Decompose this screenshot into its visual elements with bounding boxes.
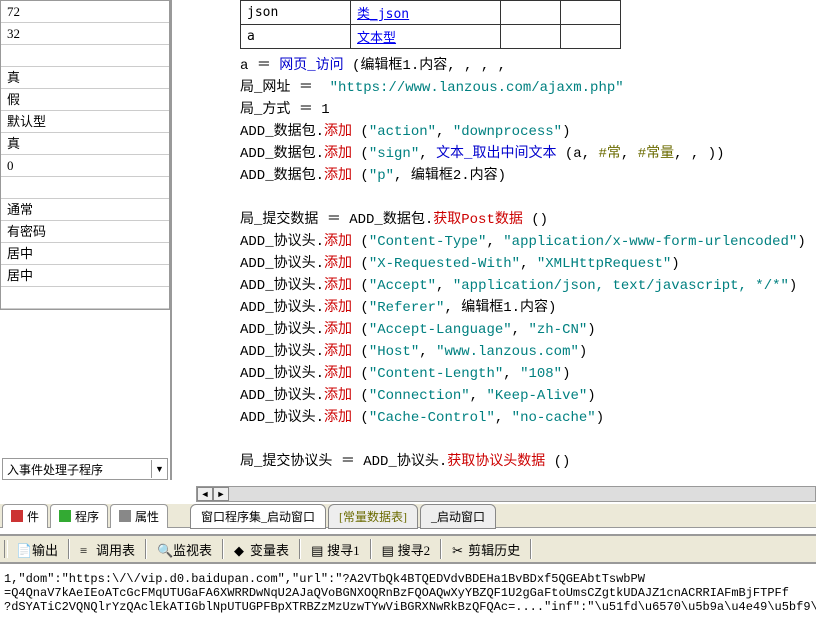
toolbar-button-clip[interactable]: ✂ 剪辑历史 [446, 538, 526, 561]
property-row[interactable]: 真 [1, 133, 169, 155]
property-row[interactable]: 32 [1, 23, 169, 45]
property-row[interactable]: 有密码 [1, 221, 169, 243]
event-handler-dropdown[interactable]: 入事件处理子程序 ▼ [2, 458, 168, 480]
code-line[interactable]: 局_提交协议头 ＝ ADD_协议头.获取协议头数据 () [240, 451, 816, 473]
code-line[interactable]: ADD_协议头.添加 ("Host", "www.lanzous.com") [240, 341, 816, 363]
editor-tab[interactable]: 窗口程序集_启动窗口 [190, 504, 326, 529]
code-line[interactable]: a ＝ 网页_访问 (编辑框1.内容, , , , [240, 55, 816, 77]
separator [370, 539, 372, 559]
doc-icon: ▤ [382, 543, 394, 555]
code-line[interactable]: ADD_协议头.添加 ("Content-Type", "application… [240, 231, 816, 253]
code-lines[interactable]: a ＝ 网页_访问 (编辑框1.内容, , , ,局_网址 ＝ "https:/… [196, 55, 816, 473]
variable-table[interactable]: json类_jsona文本型 [240, 0, 621, 49]
tab-label: 件 [27, 508, 39, 525]
bottom-toolbar: 📄 输出 ≡ 调用表 🔍 监视表 ◆ 变量表 ▤ 搜寻1 ▤ 搜寻2 ✂ 剪辑历史 [0, 534, 816, 564]
toolbar-label: 调用表 [96, 540, 135, 559]
code-line[interactable]: 局_提交数据 ＝ ADD_数据包.获取Post数据 () [240, 209, 816, 231]
code-line[interactable]: ADD_协议头.添加 ("Cache-Control", "no-cache") [240, 407, 816, 429]
clip-icon: ✂ [452, 543, 464, 555]
code-line[interactable]: ADD_协议头.添加 ("Content-Length", "108") [240, 363, 816, 385]
property-row[interactable]: 通常 [1, 199, 169, 221]
code-line[interactable]: ADD_协议头.添加 ("X-Requested-With", "XMLHttp… [240, 253, 816, 275]
toolbar-label: 输出 [32, 540, 58, 559]
code-line[interactable] [240, 187, 816, 209]
editor-tabs: 窗口程序集_启动窗口 [常量数据表] _启动窗口 [190, 504, 498, 529]
doc-icon: ▤ [311, 543, 323, 555]
horizontal-scrollbar[interactable]: ◄ ► [196, 486, 816, 502]
property-row[interactable] [1, 287, 169, 309]
panel-tab[interactable]: 属性 [110, 504, 168, 528]
tab-icon [11, 510, 23, 522]
separator [145, 539, 147, 559]
properties-list[interactable]: 7232真假默认型真0通常有密码居中居中 [0, 0, 170, 310]
property-row[interactable]: 0 [1, 155, 169, 177]
property-row[interactable]: 72 [1, 1, 169, 23]
toolbar-button-doc[interactable]: ▤ 搜寻1 [305, 538, 366, 561]
property-row[interactable]: 假 [1, 89, 169, 111]
tab-icon [59, 510, 71, 522]
tab-label: 程序 [75, 508, 99, 525]
code-line[interactable]: 局_方式 ＝ 1 [240, 99, 816, 121]
code-line[interactable]: ADD_数据包.添加 ("sign", 文本_取出中间文本 (a, #常, #常… [240, 143, 816, 165]
code-line[interactable]: 局_网址 ＝ "https://www.lanzous.com/ajaxm.ph… [240, 77, 816, 99]
separator [222, 539, 224, 559]
code-line[interactable]: ADD_协议头.添加 ("Accept", "application/json,… [240, 275, 816, 297]
toolbar-label: 监视表 [173, 540, 212, 559]
toolbar-label: 搜寻1 [327, 540, 360, 559]
code-line[interactable]: ADD_协议头.添加 ("Referer", 编辑框1.内容) [240, 297, 816, 319]
code-line[interactable]: ADD_数据包.添加 ("action", "downprocess") [240, 121, 816, 143]
separator [440, 539, 442, 559]
toolbar-label: 搜寻2 [398, 540, 431, 559]
separator [299, 539, 301, 559]
output-icon: 📄 [16, 543, 28, 555]
tab-label: 属性 [135, 508, 159, 525]
search-icon: 🔍 [157, 543, 169, 555]
scroll-left-icon[interactable]: ◄ [197, 487, 213, 501]
separator [68, 539, 70, 559]
property-row[interactable]: 默认型 [1, 111, 169, 133]
property-row[interactable]: 真 [1, 67, 169, 89]
code-line[interactable] [240, 429, 816, 451]
property-row[interactable]: 居中 [1, 243, 169, 265]
chevron-down-icon[interactable]: ▼ [151, 460, 167, 478]
toolbar-button-output[interactable]: 📄 输出 [10, 538, 64, 561]
toolbar-button-diamond[interactable]: ◆ 变量表 [228, 538, 295, 561]
toolbar-button-doc[interactable]: ▤ 搜寻2 [376, 538, 437, 561]
code-editor[interactable]: json类_jsona文本型 a ＝ 网页_访问 (编辑框1.内容, , , ,… [196, 0, 816, 486]
property-row[interactable] [1, 45, 169, 67]
list-icon: ≡ [80, 543, 92, 555]
code-line[interactable]: ADD_协议头.添加 ("Accept-Language", "zh-CN") [240, 319, 816, 341]
table-row[interactable]: json类_json [241, 1, 621, 25]
separator [530, 539, 532, 559]
type-link[interactable]: 文本型 [357, 31, 396, 46]
type-link[interactable]: 类_json [357, 7, 409, 22]
code-line[interactable]: ADD_数据包.添加 ("p", 编辑框2.内容) [240, 165, 816, 187]
scroll-right-icon[interactable]: ► [213, 487, 229, 501]
property-row[interactable] [1, 177, 169, 199]
toolbar-button-search[interactable]: 🔍 监视表 [151, 538, 218, 561]
tab-icon [119, 510, 131, 522]
table-row[interactable]: a文本型 [241, 25, 621, 49]
tab-label: 窗口程序集_启动窗口 [201, 510, 315, 524]
tab-label: [常量数据表] [339, 510, 407, 524]
output-panel[interactable]: 1,"dom":"https:\/\/vip.d0.baidupan.com",… [0, 568, 816, 635]
editor-tab[interactable]: [常量数据表] [328, 504, 418, 529]
panel-tab[interactable]: 程序 [50, 504, 108, 528]
property-row[interactable]: 居中 [1, 265, 169, 287]
code-line[interactable]: ADD_协议头.添加 ("Connection", "Keep-Alive") [240, 385, 816, 407]
toolbar-label: 变量表 [250, 540, 289, 559]
diamond-icon: ◆ [234, 543, 246, 555]
toolbar-label: 剪辑历史 [468, 540, 520, 559]
properties-panel: 7232真假默认型真0通常有密码居中居中 入事件处理子程序 ▼ [0, 0, 172, 480]
tab-label: _启动窗口 [431, 510, 485, 524]
toolbar-button-list[interactable]: ≡ 调用表 [74, 538, 141, 561]
panel-tab[interactable]: 件 [2, 504, 48, 528]
editor-tab[interactable]: _启动窗口 [420, 504, 496, 529]
dropdown-label: 入事件处理子程序 [3, 461, 151, 478]
